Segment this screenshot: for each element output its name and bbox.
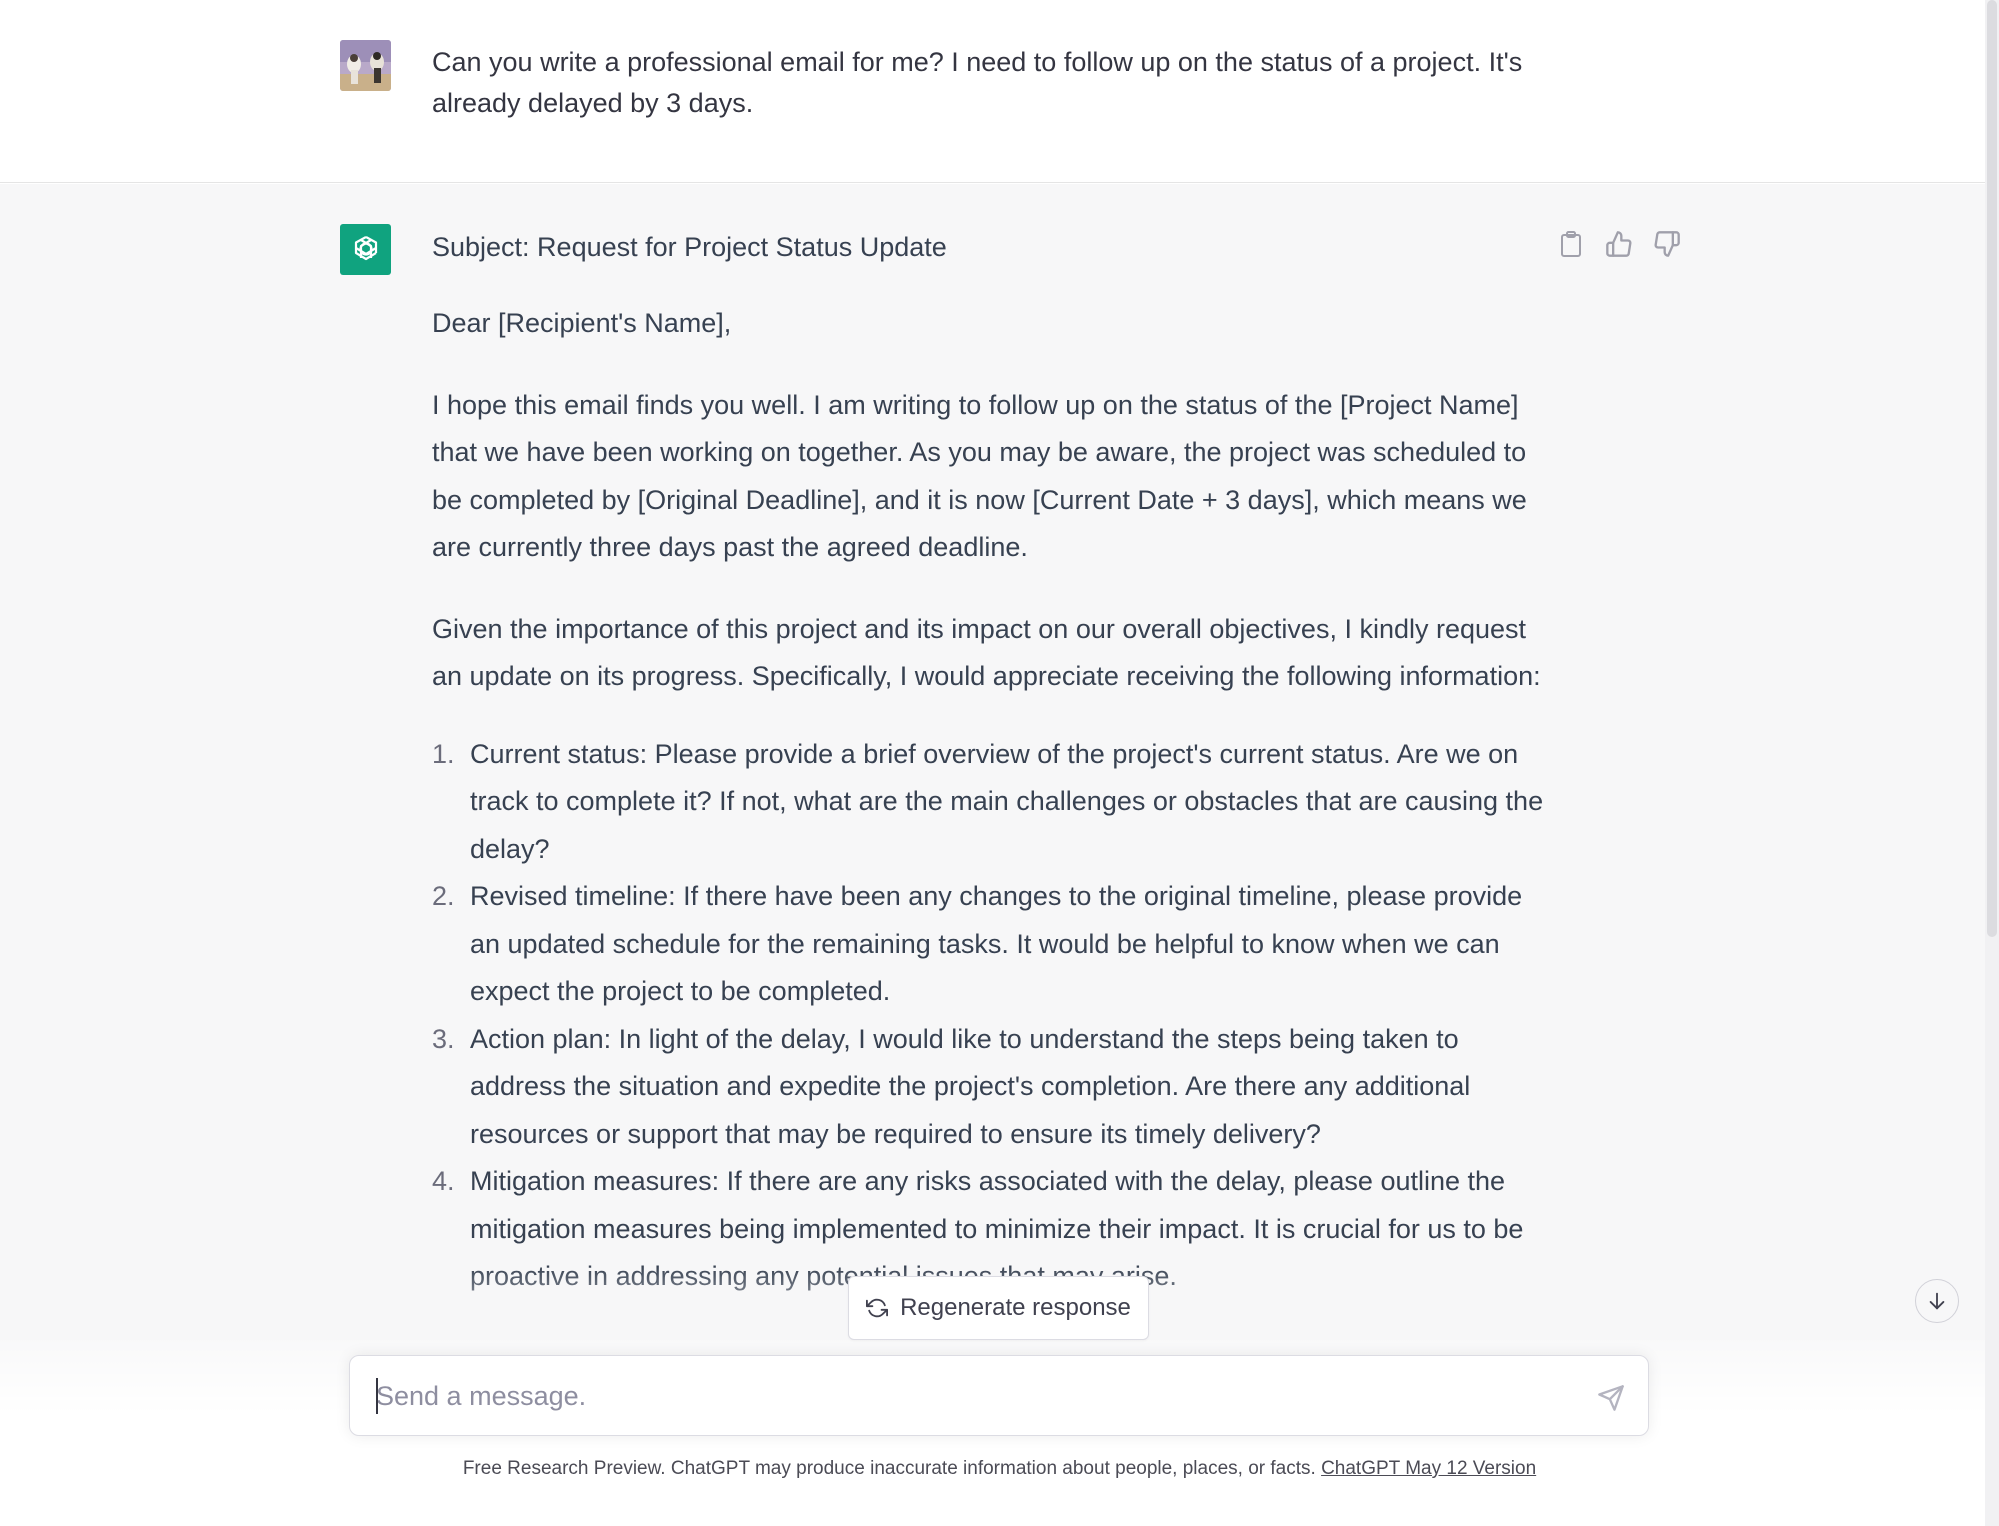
list-item: 2. Revised timeline: If there have been … [432,873,1547,1016]
thumbs-up-button[interactable] [1605,228,1633,260]
email-greeting: Dear [Recipient's Name], [432,308,732,338]
list-number: 3. [432,1023,455,1054]
email-paragraph: I hope this email finds you well. I am w… [432,389,1527,563]
thumbs-down-button[interactable] [1653,228,1681,260]
version-link[interactable]: ChatGPT May 12 Version [1321,1458,1536,1479]
text-caret [376,1378,378,1414]
footer-disclaimer: Free Research Preview. ChatGPT may produ… [0,1458,1999,1480]
list-item-text: Action plan: In light of the delay, I wo… [470,1023,1471,1149]
user-message-text: Can you write a professional email for m… [432,47,1523,118]
scrollbar[interactable] [1987,0,1997,937]
footer-text: Free Research Preview. ChatGPT may produ… [462,1458,1322,1479]
list-item-text: Current status: Please provide a brief o… [470,738,1544,864]
user-message-row: Can you write a professional email for m… [0,0,1985,183]
list-number: 4. [432,1166,455,1196]
thumbs-up-icon [1606,231,1632,257]
list-item-text: Mitigation measures: If there are any ri… [470,1166,1524,1291]
message-actions [1557,228,1681,260]
user-avatar [340,40,391,91]
regenerate-response-button[interactable]: Regenerate response [848,1276,1149,1340]
email-paragraph: Given the importance of this project and… [432,613,1541,692]
scroll-to-bottom-button[interactable] [1915,1279,1959,1323]
refresh-icon [866,1298,889,1318]
list-number: 1. [432,738,455,769]
regenerate-label: Regenerate response [900,1294,1131,1321]
openai-logo-icon [340,224,391,275]
list-item-text: Revised timeline: If there have been any… [470,881,1523,1006]
clipboard-icon [1561,231,1581,257]
list-item: 1. Current status: Please provide a brie… [432,731,1547,874]
email-subject: Subject: Request for Project Status Upda… [432,232,947,262]
message-input[interactable] [376,1376,1556,1416]
send-icon [1598,1385,1624,1411]
email-request-list: 1. Current status: Please provide a brie… [432,731,1547,1301]
copy-button[interactable] [1557,228,1585,260]
message-composer [349,1355,1649,1436]
thumbs-down-icon [1654,231,1680,257]
arrow-down-icon [1929,1292,1945,1310]
send-button[interactable] [1591,1378,1631,1418]
list-item: 3. Action plan: In light of the delay, I… [432,1016,1547,1159]
chat-page: Can you write a professional email for m… [0,0,1999,1526]
list-number: 2. [432,881,455,911]
assistant-message-body: Subject: Request for Project Status Upda… [432,228,1547,1301]
